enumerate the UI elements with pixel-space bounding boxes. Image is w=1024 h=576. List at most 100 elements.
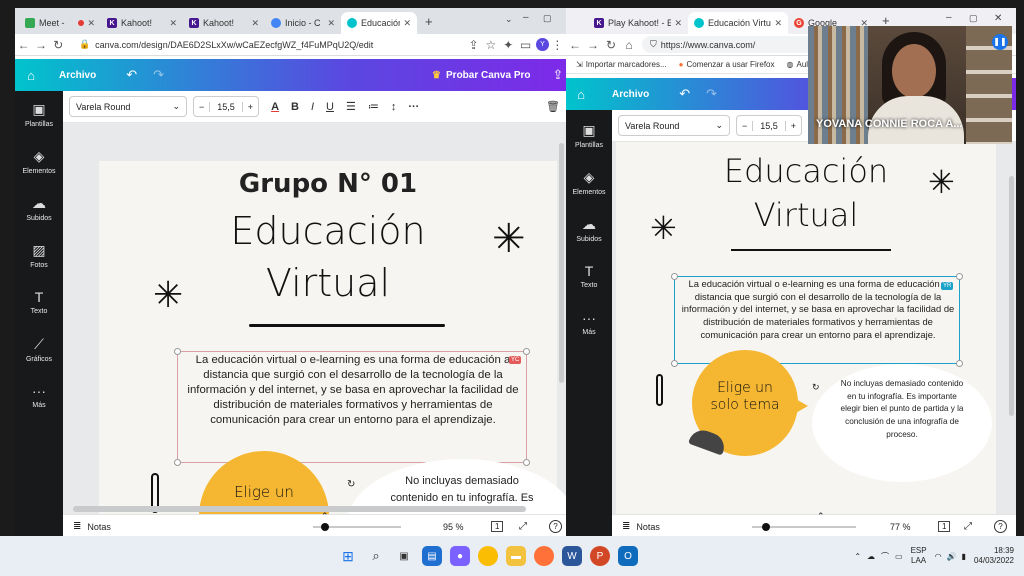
resize-handle[interactable]	[174, 459, 181, 466]
sidebar-item-mas[interactable]: ··· Más	[566, 310, 612, 336]
url-field[interactable]: 🔒 canva.com/design/DAE6D2SLxXw/wCaEZecfg…	[70, 36, 437, 53]
right-design-page[interactable]: Educación Virtual ✳ ✳ La educación virtu…	[616, 142, 996, 514]
home-icon[interactable]: ⌂	[566, 87, 596, 102]
italic-icon[interactable]: I	[311, 101, 314, 113]
decrease-size-button[interactable]: −	[737, 121, 752, 131]
sidebar-item-fotos[interactable]: ▨ Fotos	[15, 242, 63, 269]
battery-icon[interactable]: ▭	[895, 552, 903, 561]
bookmark-firefox[interactable]: ● Comenzar a usar Firefox	[679, 60, 775, 69]
sidebar-item-subidos[interactable]: ☁ Subidos	[15, 195, 63, 222]
sidepanel-icon[interactable]: ▭	[517, 38, 534, 52]
sidebar-item-elementos[interactable]: ◈ Elementos	[15, 148, 63, 175]
trash-icon[interactable]: 🗑	[546, 100, 560, 113]
fullscreen-icon[interactable]: ⤢	[964, 521, 972, 532]
cloud-icon[interactable]: ☁	[867, 552, 875, 561]
increase-size-button[interactable]: +	[243, 102, 258, 112]
sidebar-item-texto[interactable]: T Texto	[15, 289, 63, 315]
page-count[interactable]: 1	[938, 521, 951, 532]
bookmark-star-icon[interactable]: ☆	[482, 38, 499, 52]
close-tab-icon[interactable]: ✕	[774, 18, 782, 29]
underline-icon[interactable]: U	[326, 101, 334, 113]
upload-share-icon[interactable]: ⇪	[553, 67, 564, 83]
forward-icon[interactable]: →	[584, 38, 602, 52]
close-tab-icon[interactable]: ✕	[87, 18, 95, 29]
notes-button[interactable]: Notas	[636, 522, 660, 532]
undo-icon[interactable]: ↶	[126, 67, 137, 83]
tab-educacion-virtual[interactable]: Educación Virtu ✕	[688, 12, 788, 34]
home-browser-icon[interactable]: ⌂	[620, 38, 638, 52]
zoom-level[interactable]: 95 %	[443, 522, 464, 532]
menu-dots-icon[interactable]: ⋮	[549, 38, 566, 52]
tab-inicio[interactable]: Inicio - C ✕	[265, 12, 341, 34]
left-design-page[interactable]: Grupo N° 01 Educación Virtual ✳ ✳ La edu…	[99, 161, 566, 514]
horizontal-scrollbar[interactable]	[73, 506, 526, 512]
bookmark-import[interactable]: ⇲ Importar marcadores...	[576, 60, 667, 69]
resize-handle[interactable]	[523, 348, 530, 355]
profile-avatar[interactable]: Y	[536, 38, 549, 51]
resize-handle[interactable]	[523, 459, 530, 466]
home-icon[interactable]: ⌂	[15, 68, 47, 83]
notes-icon[interactable]: ≣	[73, 521, 81, 532]
resize-handle[interactable]	[671, 360, 678, 367]
outlook-icon[interactable]: O	[618, 546, 638, 566]
tray-chevron-icon[interactable]: ⌃	[854, 552, 861, 561]
fullscreen-icon[interactable]: ⤢	[519, 521, 527, 532]
sidebar-item-plantillas[interactable]: ▣ Plantillas	[15, 101, 63, 128]
minimize-icon[interactable]: –	[946, 12, 952, 23]
headset-icon[interactable]: ⌒	[881, 551, 889, 562]
maximize-icon[interactable]: ▢	[969, 13, 978, 24]
decrease-size-button[interactable]: −	[194, 102, 209, 112]
font-size-stepper[interactable]: −15,5 +	[193, 96, 260, 117]
help-icon[interactable]: ?	[549, 520, 562, 533]
back-icon[interactable]: ←	[566, 38, 584, 52]
archivo-menu[interactable]: Archivo	[59, 70, 96, 81]
zoom-slider[interactable]	[313, 523, 401, 531]
start-menu-icon[interactable]: ⊞	[338, 546, 358, 566]
tab-play-kahoot[interactable]: K Play Kahoot! - E ✕	[588, 12, 688, 34]
close-tab-icon[interactable]: ✕	[169, 18, 177, 29]
language-indicator[interactable]: ESP LAA	[911, 546, 927, 567]
collapse-up-icon[interactable]: ⌃	[817, 511, 825, 522]
sidebar-item-subidos[interactable]: ☁ Subidos	[566, 216, 612, 243]
more-options-icon[interactable]: ···	[408, 101, 419, 113]
chat-icon[interactable]: ●	[450, 546, 470, 566]
reload-icon[interactable]: ↻	[50, 38, 67, 52]
clock[interactable]: 18:39 04/03/2022	[974, 546, 1014, 567]
tab-search-icon[interactable]: ⌄	[505, 14, 513, 25]
resize-handle[interactable]	[956, 360, 963, 367]
tab-educacion[interactable]: Educación ✕	[341, 12, 417, 34]
chrome-taskbar-icon[interactable]	[478, 546, 498, 566]
vertical-scrollbar[interactable]	[559, 143, 564, 383]
zoom-slider-thumb[interactable]	[321, 523, 329, 531]
close-tab-icon[interactable]: ✕	[403, 18, 411, 29]
collapse-up-icon[interactable]: ⌃	[321, 511, 329, 522]
increase-size-button[interactable]: +	[786, 121, 801, 131]
close-tab-icon[interactable]: ✕	[674, 18, 682, 29]
notes-icon[interactable]: ≣	[622, 521, 630, 532]
firefox-taskbar-icon[interactable]	[534, 546, 554, 566]
vertical-scrollbar[interactable]	[1009, 176, 1014, 416]
close-tab-icon[interactable]: ✕	[251, 18, 259, 29]
powerpoint-icon[interactable]: P	[590, 546, 610, 566]
font-selector[interactable]: Varela Round ⌄	[69, 96, 187, 117]
resize-handle[interactable]	[671, 273, 678, 280]
tab-kahoot-2[interactable]: K Kahoot! ✕	[183, 12, 265, 34]
battery-status-icon[interactable]: ▮	[962, 552, 966, 561]
close-tab-icon[interactable]: ✕	[327, 18, 335, 29]
rotate-icon[interactable]: ↻	[812, 382, 820, 393]
zoom-slider-thumb[interactable]	[762, 523, 770, 531]
text-color-icon[interactable]: A	[271, 101, 279, 113]
reload-icon[interactable]: ↻	[602, 38, 620, 52]
rotate-icon[interactable]: ↻	[347, 479, 355, 490]
resize-handle[interactable]	[174, 348, 181, 355]
extensions-icon[interactable]: ✦	[500, 38, 517, 52]
undo-icon[interactable]: ↶	[679, 86, 690, 102]
sidebar-item-mas[interactable]: ··· Más	[15, 383, 63, 409]
help-icon[interactable]: ?	[994, 520, 1007, 533]
notes-button[interactable]: Notas	[87, 522, 111, 532]
redo-icon[interactable]: ↷	[153, 67, 164, 83]
sidebar-item-graficos[interactable]: ⟋ Gráficos	[15, 336, 63, 363]
try-pro-button[interactable]: ♛ Probar Canva Pro	[432, 70, 530, 81]
task-view-icon[interactable]: ▣	[394, 546, 414, 566]
bold-icon[interactable]: B	[291, 101, 299, 113]
